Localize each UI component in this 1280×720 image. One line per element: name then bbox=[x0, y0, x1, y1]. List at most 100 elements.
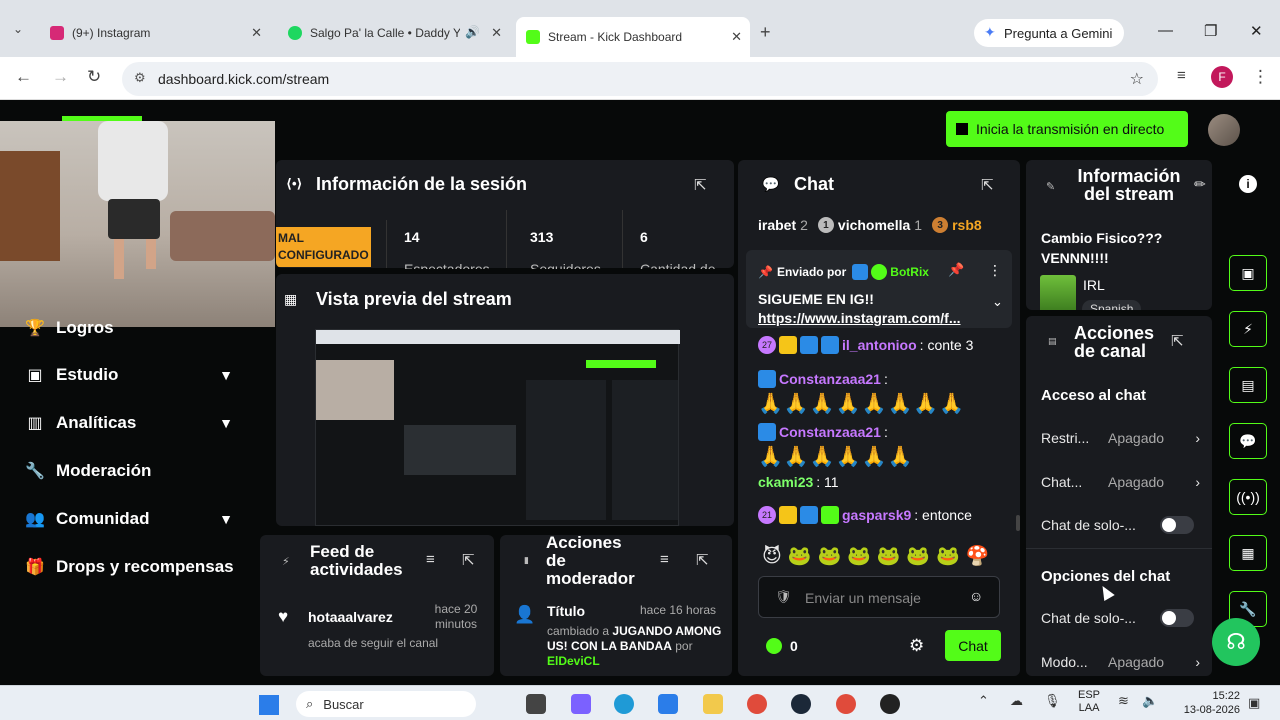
top-user-name[interactable]: irabet bbox=[758, 217, 796, 233]
media-icon[interactable]: ≡ bbox=[1177, 67, 1186, 84]
setting-label: Chat de solo-... bbox=[1041, 610, 1136, 626]
unpin-icon[interactable]: 📌 bbox=[948, 262, 964, 278]
explorer-icon[interactable] bbox=[703, 694, 723, 714]
close-icon[interactable]: ✕ bbox=[491, 25, 502, 41]
chat-scrollbar[interactable] bbox=[1016, 515, 1020, 531]
more-icon[interactable]: ⋮ bbox=[988, 262, 1002, 279]
top-user-name[interactable]: rsb8 bbox=[952, 217, 982, 233]
language-indicator[interactable]: ESP LAA bbox=[1078, 689, 1100, 715]
restore-icon[interactable]: ❐ bbox=[1204, 22, 1217, 40]
taskview-icon[interactable] bbox=[526, 694, 546, 714]
speaker-icon[interactable]: 🔊 bbox=[465, 25, 480, 39]
pinned-link[interactable]: https://www.instagram.com/f... bbox=[758, 310, 961, 326]
setting-row[interactable]: Chat... Apagado › bbox=[1041, 474, 1206, 490]
steam-icon[interactable] bbox=[791, 694, 811, 714]
new-tab-icon[interactable]: + bbox=[760, 22, 771, 43]
cloud-icon[interactable]: ☁ bbox=[1010, 693, 1023, 709]
setting-row[interactable]: Restri... Apagado › bbox=[1041, 430, 1206, 446]
close-icon[interactable]: ✕ bbox=[251, 25, 262, 41]
edge-icon[interactable] bbox=[614, 694, 634, 714]
site-info-icon[interactable]: ⚙ bbox=[134, 70, 146, 86]
chat-option-toggle[interactable] bbox=[1160, 609, 1194, 627]
chat-username[interactable]: Constanzaaa21 bbox=[779, 420, 881, 444]
info-icon[interactable]: i bbox=[1239, 175, 1257, 193]
broadcast-icon[interactable]: ((•)) bbox=[1229, 479, 1267, 515]
popout-icon[interactable]: ⇱ bbox=[694, 176, 707, 194]
user-avatar[interactable] bbox=[1208, 114, 1240, 146]
go-live-button[interactable]: Inicia la transmisión en directo bbox=[946, 111, 1188, 147]
points-icon[interactable] bbox=[766, 638, 782, 654]
top-user-name[interactable]: vichomella bbox=[838, 217, 910, 233]
lightning-icon[interactable]: ⚡ bbox=[1229, 311, 1267, 347]
chat-send-button[interactable]: Chat bbox=[945, 630, 1001, 661]
support-headset-icon[interactable]: ☊ bbox=[1212, 618, 1260, 666]
layout-icon[interactable]: ▦ bbox=[1229, 535, 1267, 571]
clock[interactable]: 15:22 13-08-2026 bbox=[1170, 689, 1240, 717]
sidebar-item-drops[interactable]: 🎁 Drops y recompensas bbox=[24, 557, 239, 577]
tab-search-icon[interactable]: ⌄ bbox=[13, 22, 23, 36]
gemini-button[interactable]: ✦ Pregunta a Gemini bbox=[974, 19, 1124, 47]
close-icon[interactable]: ✕ bbox=[731, 29, 742, 45]
chat-username[interactable]: Constanzaaa21 bbox=[779, 367, 881, 391]
emoji-icon[interactable]: ☺ bbox=[969, 588, 983, 604]
obs-icon[interactable] bbox=[880, 694, 900, 714]
tab-kick-dashboard[interactable]: Stream - Kick Dashboard ✕ bbox=[516, 17, 750, 57]
sub-badge: 21 bbox=[758, 506, 776, 524]
edit-icon[interactable]: ✏ bbox=[1194, 176, 1206, 193]
popout-icon[interactable]: ⇱ bbox=[462, 551, 475, 569]
reload-icon[interactable]: ↻ bbox=[87, 67, 101, 87]
back-icon[interactable]: ← bbox=[15, 67, 32, 87]
emote-bar[interactable]: 😈🐸🐸🐸🐸🐸🐸🍄 bbox=[762, 544, 995, 568]
store-icon[interactable] bbox=[658, 694, 678, 714]
sidebar-item-comunidad[interactable]: 👥 Comunidad ▼ bbox=[24, 509, 239, 529]
camera-icon[interactable]: ▣ bbox=[1229, 255, 1267, 291]
chat-input[interactable]: 🛡 Enviar un mensaje ☺ bbox=[758, 576, 1000, 618]
category-name[interactable]: IRL bbox=[1083, 277, 1105, 293]
taskbar-search[interactable]: ⌕ Buscar bbox=[296, 691, 476, 717]
activity-time: hace 20 minutos bbox=[434, 602, 478, 631]
tray-chevron-icon[interactable]: ⌃ bbox=[978, 693, 989, 709]
chat-rail-icon[interactable]: 💬 bbox=[1229, 423, 1267, 459]
slow-mode-toggle[interactable] bbox=[1160, 516, 1194, 534]
close-window-icon[interactable]: ✕ bbox=[1250, 22, 1263, 40]
url-input[interactable]: ⚙ dashboard.kick.com/stream ☆ bbox=[122, 62, 1158, 96]
clock-time: 15:22 bbox=[1212, 690, 1240, 702]
volume-icon[interactable]: 🔈 bbox=[1142, 693, 1158, 709]
minimize-icon[interactable]: — bbox=[1158, 22, 1173, 39]
sidebar-item-estudio[interactable]: ▣ Estudio ▼ bbox=[24, 365, 239, 385]
stream-preview-video[interactable] bbox=[315, 329, 680, 526]
activity-user[interactable]: hotaaalvarez bbox=[308, 609, 393, 625]
filter-icon[interactable]: ≡ bbox=[426, 551, 435, 568]
wifi-icon[interactable]: ≋ bbox=[1118, 693, 1129, 709]
windows-start-icon[interactable] bbox=[259, 695, 279, 715]
popout-icon[interactable]: ⇱ bbox=[1171, 332, 1184, 350]
settings-gear-icon[interactable]: ⚙ bbox=[909, 636, 924, 656]
bookmark-star-icon[interactable]: ☆ bbox=[1130, 69, 1144, 89]
chrome-icon[interactable] bbox=[747, 694, 767, 714]
mod-action-user[interactable]: ElDeviCL bbox=[547, 654, 600, 668]
menu-dots-icon[interactable]: ⋮ bbox=[1252, 67, 1269, 87]
profile-avatar[interactable]: F bbox=[1211, 66, 1233, 88]
popout-icon[interactable]: ⇱ bbox=[981, 176, 994, 194]
tab-instagram[interactable]: (9+) Instagram ✕ bbox=[40, 18, 270, 48]
setting-row[interactable]: Modo... Apagado › bbox=[1041, 654, 1206, 670]
filter-icon[interactable]: ≡ bbox=[660, 551, 669, 568]
popout-icon[interactable]: ⇱ bbox=[696, 551, 709, 569]
chrome-active-icon[interactable] bbox=[836, 694, 856, 714]
notification-icon[interactable]: ▣ bbox=[1248, 695, 1260, 711]
chat-username[interactable]: ckami23 bbox=[758, 474, 813, 490]
forward-icon[interactable]: → bbox=[52, 67, 69, 87]
notes-icon[interactable]: ▤ bbox=[1229, 367, 1267, 403]
copilot-icon[interactable] bbox=[571, 694, 591, 714]
stream-title: Cambio Fisico??? VENNN!!!! bbox=[1041, 230, 1163, 266]
browser-tab-bar: ⌄ (9+) Instagram ✕ Salgo Pa' la Calle • … bbox=[0, 0, 1280, 57]
mic-icon[interactable]: 🎙 bbox=[1044, 693, 1061, 709]
chat-username[interactable]: il_antonioo bbox=[842, 337, 917, 353]
chevron-down-icon[interactable]: ⌄ bbox=[992, 294, 1003, 310]
tab-spotify[interactable]: Salgo Pa' la Calle • Daddy Y 🔊 ✕ bbox=[278, 18, 510, 48]
sidebar-item-logros[interactable]: 🏆 Logros bbox=[24, 318, 239, 338]
sidebar-item-moderacion[interactable]: 🔧 Moderación bbox=[24, 461, 239, 481]
sidebar-item-analiticas[interactable]: ▥ Analíticas ▼ bbox=[24, 413, 239, 433]
chat-username[interactable]: gasparsk9 bbox=[842, 507, 911, 523]
pinned-sender[interactable]: BotRix bbox=[890, 265, 929, 279]
